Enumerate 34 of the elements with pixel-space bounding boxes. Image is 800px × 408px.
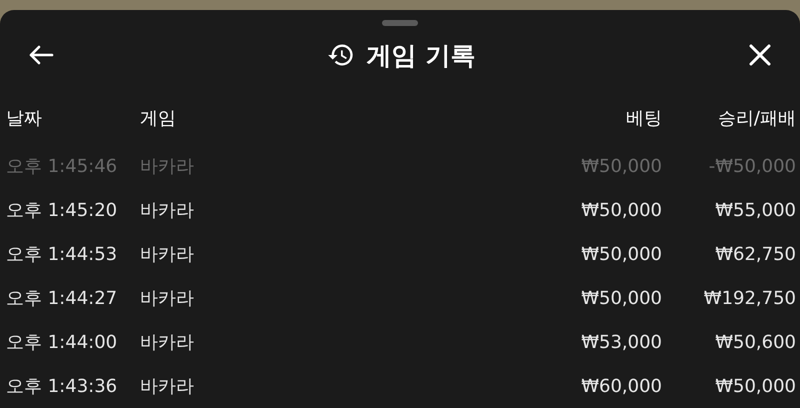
table-cell-text: ₩60,000 — [580, 376, 662, 396]
close-icon — [748, 43, 772, 67]
arrow-left-icon — [28, 44, 54, 66]
table-cell-text: 바카라 — [140, 243, 195, 266]
table-cell-text: 바카라 — [140, 199, 195, 222]
table-cell-text: 바카라 — [140, 331, 195, 354]
drag-handle[interactable] — [382, 20, 418, 26]
close-button[interactable] — [748, 43, 772, 67]
table-cell-text: ₩50,000 — [580, 200, 662, 220]
table-cell-text: 오후 1:44:27 — [6, 287, 118, 310]
table-cell-text: -₩50,000 — [708, 156, 796, 176]
table-cell-text: 오후 1:44:00 — [6, 331, 118, 354]
table-cell-text: 오후 1:45:20 — [6, 199, 118, 222]
table-cell-text: ₩62,750 — [714, 244, 796, 264]
table-cell-text: ₩192,750 — [702, 288, 796, 308]
table-cell-text: 바카라 — [140, 375, 195, 398]
table-cell-text: ₩50,000 — [714, 376, 796, 396]
table-cell-text: ₩50,000 — [580, 156, 662, 176]
table-cell-text: 오후 1:45:46 — [6, 155, 118, 178]
table-cell-text: 바카라 — [140, 155, 195, 178]
sheet-title: 게임 기록 — [366, 40, 476, 72]
column-header: 게임 — [140, 107, 177, 130]
table-cell-text: ₩50,000 — [580, 288, 662, 308]
back-button[interactable] — [28, 44, 54, 66]
column-header: 베팅 — [625, 107, 662, 130]
table-cell-text: ₩50,000 — [580, 244, 662, 264]
table-cell-text: 바카라 — [140, 287, 195, 310]
table-cell-text: 오후 1:43:36 — [6, 375, 118, 398]
table-cell-text: ₩50,600 — [714, 332, 796, 352]
table-cell-text: 오후 1:44:53 — [6, 243, 118, 266]
column-header: 날짜 — [6, 107, 43, 130]
column-header: 승리/패배 — [716, 107, 796, 130]
table-cell-text: ₩55,000 — [714, 200, 796, 220]
table-cell-text: ₩53,000 — [580, 332, 662, 352]
